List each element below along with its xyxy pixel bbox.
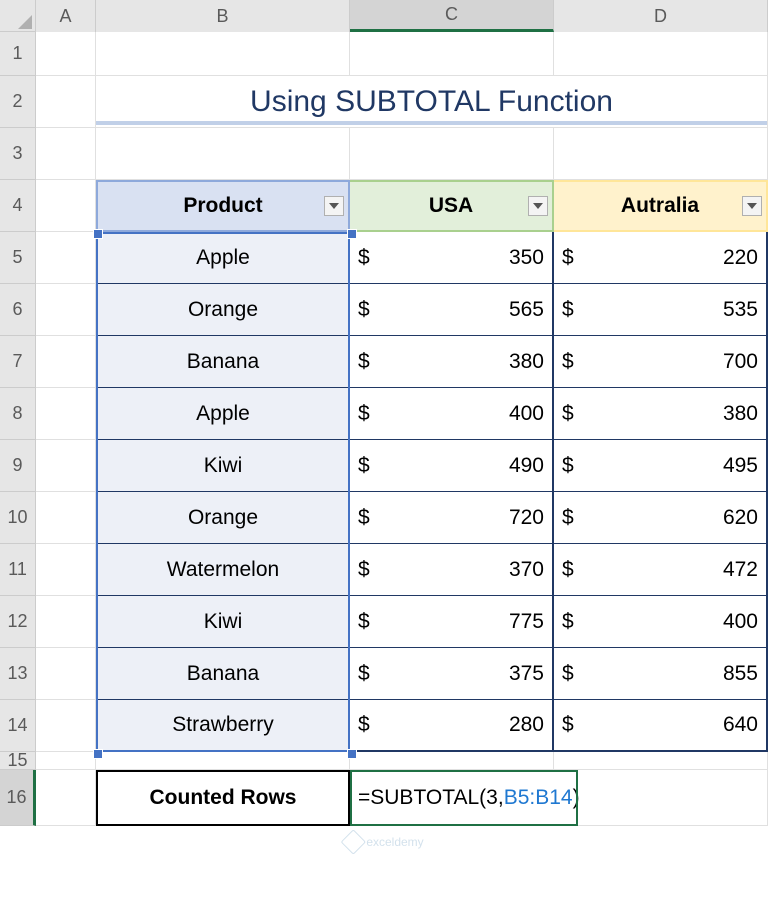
column-header-C[interactable]: C	[350, 0, 554, 32]
cell-australia[interactable]: $535	[554, 284, 768, 336]
row-header-15[interactable]: 15	[0, 752, 36, 770]
row-header-16[interactable]: 16	[0, 770, 36, 826]
column-header-A[interactable]: A	[36, 0, 96, 32]
row-headers: 12345678910111213141516	[0, 32, 36, 826]
cell-usa[interactable]: $370	[350, 544, 554, 596]
cell-usa[interactable]: $375	[350, 648, 554, 700]
cell-usa[interactable]: $720	[350, 492, 554, 544]
row-header-1[interactable]: 1	[0, 32, 36, 76]
cell[interactable]	[96, 32, 350, 76]
cell[interactable]	[36, 32, 96, 76]
filter-dropdown-icon[interactable]	[324, 196, 344, 216]
column-headers: ABCD	[36, 0, 768, 32]
row-header-3[interactable]: 3	[0, 128, 36, 180]
row-header-5[interactable]: 5	[0, 232, 36, 284]
cell-product[interactable]: Apple	[96, 232, 350, 284]
cell-usa[interactable]: $380	[350, 336, 554, 388]
cell-australia[interactable]: $400	[554, 596, 768, 648]
cell-product[interactable]: Kiwi	[96, 596, 350, 648]
row-header-2[interactable]: 2	[0, 76, 36, 128]
cell-usa[interactable]: $350	[350, 232, 554, 284]
cell-australia[interactable]: $495	[554, 440, 768, 492]
header-usa[interactable]: USA	[350, 180, 554, 232]
row-header-9[interactable]: 9	[0, 440, 36, 492]
cell-australia[interactable]: $380	[554, 388, 768, 440]
cell-product[interactable]: Banana	[96, 336, 350, 388]
cell-australia[interactable]: $620	[554, 492, 768, 544]
cell-australia[interactable]: $220	[554, 232, 768, 284]
cell-product[interactable]: Banana	[96, 648, 350, 700]
cell-australia[interactable]: $640	[554, 700, 768, 752]
row-header-6[interactable]: 6	[0, 284, 36, 336]
formula-cell[interactable]: =SUBTOTAL(3,B5:B14)	[350, 770, 768, 826]
cell[interactable]	[554, 32, 768, 76]
row-header-4[interactable]: 4	[0, 180, 36, 232]
cell-product[interactable]: Kiwi	[96, 440, 350, 492]
counted-rows-label[interactable]: Counted Rows	[96, 770, 350, 826]
cell-australia[interactable]: $855	[554, 648, 768, 700]
cell-usa[interactable]: $400	[350, 388, 554, 440]
cell-product[interactable]: Orange	[96, 492, 350, 544]
select-all-corner[interactable]	[0, 0, 36, 32]
cell-product[interactable]: Orange	[96, 284, 350, 336]
header-australia[interactable]: Autralia	[554, 180, 768, 232]
row-header-11[interactable]: 11	[0, 544, 36, 596]
page-title[interactable]: Using SUBTOTAL Function	[96, 76, 768, 128]
cell-usa[interactable]: $280	[350, 700, 554, 752]
row-header-13[interactable]: 13	[0, 648, 36, 700]
row-header-10[interactable]: 10	[0, 492, 36, 544]
cell-product[interactable]: Strawberry	[96, 700, 350, 752]
cell[interactable]	[350, 32, 554, 76]
cell-grid: Using SUBTOTAL Function ProductUSAAutrali…	[36, 32, 768, 826]
cell-australia[interactable]: $472	[554, 544, 768, 596]
header-product[interactable]: Product	[96, 180, 350, 232]
filter-dropdown-icon[interactable]	[742, 196, 762, 216]
row-header-8[interactable]: 8	[0, 388, 36, 440]
row-header-7[interactable]: 7	[0, 336, 36, 388]
cell-australia[interactable]: $700	[554, 336, 768, 388]
column-header-B[interactable]: B	[96, 0, 350, 32]
filter-dropdown-icon[interactable]	[528, 196, 548, 216]
row-header-12[interactable]: 12	[0, 596, 36, 648]
cell-usa[interactable]: $565	[350, 284, 554, 336]
cell-product[interactable]: Watermelon	[96, 544, 350, 596]
cell-product[interactable]: Apple	[96, 388, 350, 440]
column-header-D[interactable]: D	[554, 0, 768, 32]
watermark: exceldemy	[344, 833, 423, 851]
cell-usa[interactable]: $490	[350, 440, 554, 492]
spreadsheet: ABCD 12345678910111213141516 Using SUBTO…	[0, 0, 768, 913]
row-header-14[interactable]: 14	[0, 700, 36, 752]
cell-usa[interactable]: $775	[350, 596, 554, 648]
